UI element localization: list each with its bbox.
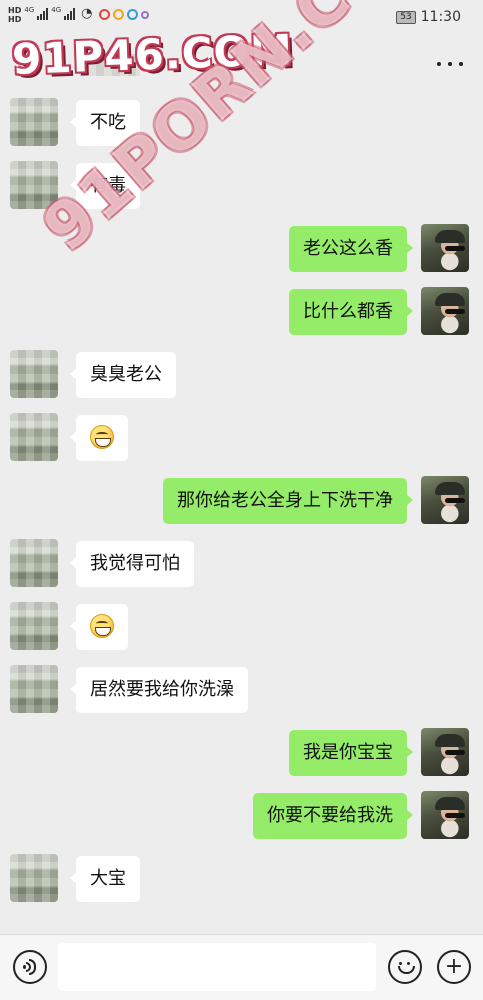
signal-bars-icon (37, 8, 49, 20)
message-text: 你要不要给我洗 (267, 805, 393, 826)
message-text: 我是你宝宝 (303, 742, 393, 763)
message-bubble[interactable]: 不吃 (70, 100, 140, 146)
emoji-icon[interactable] (388, 950, 422, 984)
hd-label: HD (8, 6, 22, 15)
message-bubble[interactable]: 有毒 (70, 163, 140, 209)
watermark-primary: 91P46.COM (11, 25, 294, 84)
grinning-face-emoji (90, 613, 114, 638)
grinning-face-emoji (90, 424, 114, 449)
sent-message: 我是你宝宝 (0, 728, 483, 776)
network-type-label: 4G (24, 6, 35, 14)
message-text: 居然要我给你洗澡 (90, 679, 234, 700)
network-type-label: 4G (51, 6, 62, 14)
contact-avatar[interactable] (10, 602, 58, 650)
clock: 11:30 (420, 9, 461, 25)
message-bubble[interactable]: 大宝 (70, 856, 140, 902)
message-text: 有毒 (90, 175, 126, 196)
app-notification-icon (141, 11, 150, 19)
status-left: HD HD 4G 4G ◔ (8, 6, 150, 24)
app-notification-icon (127, 9, 139, 20)
hd-indicator: HD HD (8, 6, 21, 24)
message-text: 那你给老公全身上下洗干净 (177, 490, 393, 511)
contact-avatar[interactable] (10, 665, 58, 713)
smile-face-icon (395, 957, 415, 977)
sent-message: 老公这么香 (0, 224, 483, 272)
received-message: 大宝 (0, 854, 483, 902)
received-message: 有毒 (0, 161, 483, 209)
message-bubble[interactable] (70, 415, 128, 461)
message-bubble[interactable]: 你要不要给我洗 (253, 793, 413, 839)
contact-avatar[interactable] (10, 413, 58, 461)
more-dots-icon[interactable] (437, 56, 463, 72)
signal-bars-icon (64, 8, 76, 20)
my-avatar[interactable] (421, 287, 469, 335)
plus-icon[interactable]: + (437, 950, 471, 984)
message-text: 比什么都香 (303, 301, 393, 322)
hd-label: HD (8, 15, 22, 24)
message-text: 不吃 (90, 112, 126, 133)
message-text: 我觉得可怕 (90, 553, 180, 574)
message-bubble[interactable]: 居然要我给你洗澡 (70, 667, 248, 713)
my-avatar[interactable] (421, 791, 469, 839)
contact-avatar[interactable] (10, 161, 58, 209)
message-text: 臭臭老公 (90, 364, 162, 385)
message-list[interactable]: 不吃有毒老公这么香比什么都香臭臭老公那你给老公全身上下洗干净我觉得可怕居然要我给… (0, 96, 483, 934)
received-message: 居然要我给你洗澡 (0, 665, 483, 713)
input-bar: + (0, 934, 483, 1000)
message-bubble[interactable]: 我是你宝宝 (289, 730, 413, 776)
contact-avatar[interactable] (10, 350, 58, 398)
received-message: 我觉得可怕 (0, 539, 483, 587)
my-avatar[interactable] (421, 476, 469, 524)
message-bubble[interactable]: 比什么都香 (289, 289, 413, 335)
voice-icon[interactable] (13, 950, 47, 984)
contact-avatar[interactable] (10, 854, 58, 902)
notification-icons (99, 9, 150, 20)
received-message (0, 602, 483, 650)
received-message: 不吃 (0, 98, 483, 146)
received-message (0, 413, 483, 461)
plus-glyph: + (444, 954, 464, 979)
wifi-icon: ◔ (81, 6, 93, 21)
sent-message: 比什么都香 (0, 287, 483, 335)
sent-message: 那你给老公全身上下洗干净 (0, 476, 483, 524)
message-input[interactable] (58, 943, 376, 991)
contact-avatar[interactable] (10, 98, 58, 146)
my-avatar[interactable] (421, 224, 469, 272)
status-right: 53 11:30 (396, 9, 461, 25)
message-bubble[interactable]: 老公这么香 (289, 226, 413, 272)
message-bubble[interactable] (70, 604, 128, 650)
message-bubble[interactable]: 那你给老公全身上下洗干净 (163, 478, 413, 524)
app-notification-icon (99, 9, 111, 20)
message-bubble[interactable]: 我觉得可怕 (70, 541, 194, 587)
message-text: 大宝 (90, 868, 126, 889)
received-message: 臭臭老公 (0, 350, 483, 398)
voice-wave-icon (23, 959, 37, 975)
message-text: 老公这么香 (303, 238, 393, 259)
message-bubble[interactable]: 臭臭老公 (70, 352, 176, 398)
sent-message: 你要不要给我洗 (0, 791, 483, 839)
my-avatar[interactable] (421, 728, 469, 776)
battery-icon: 53 (396, 10, 416, 24)
contact-avatar[interactable] (10, 539, 58, 587)
app-notification-icon (113, 9, 125, 20)
